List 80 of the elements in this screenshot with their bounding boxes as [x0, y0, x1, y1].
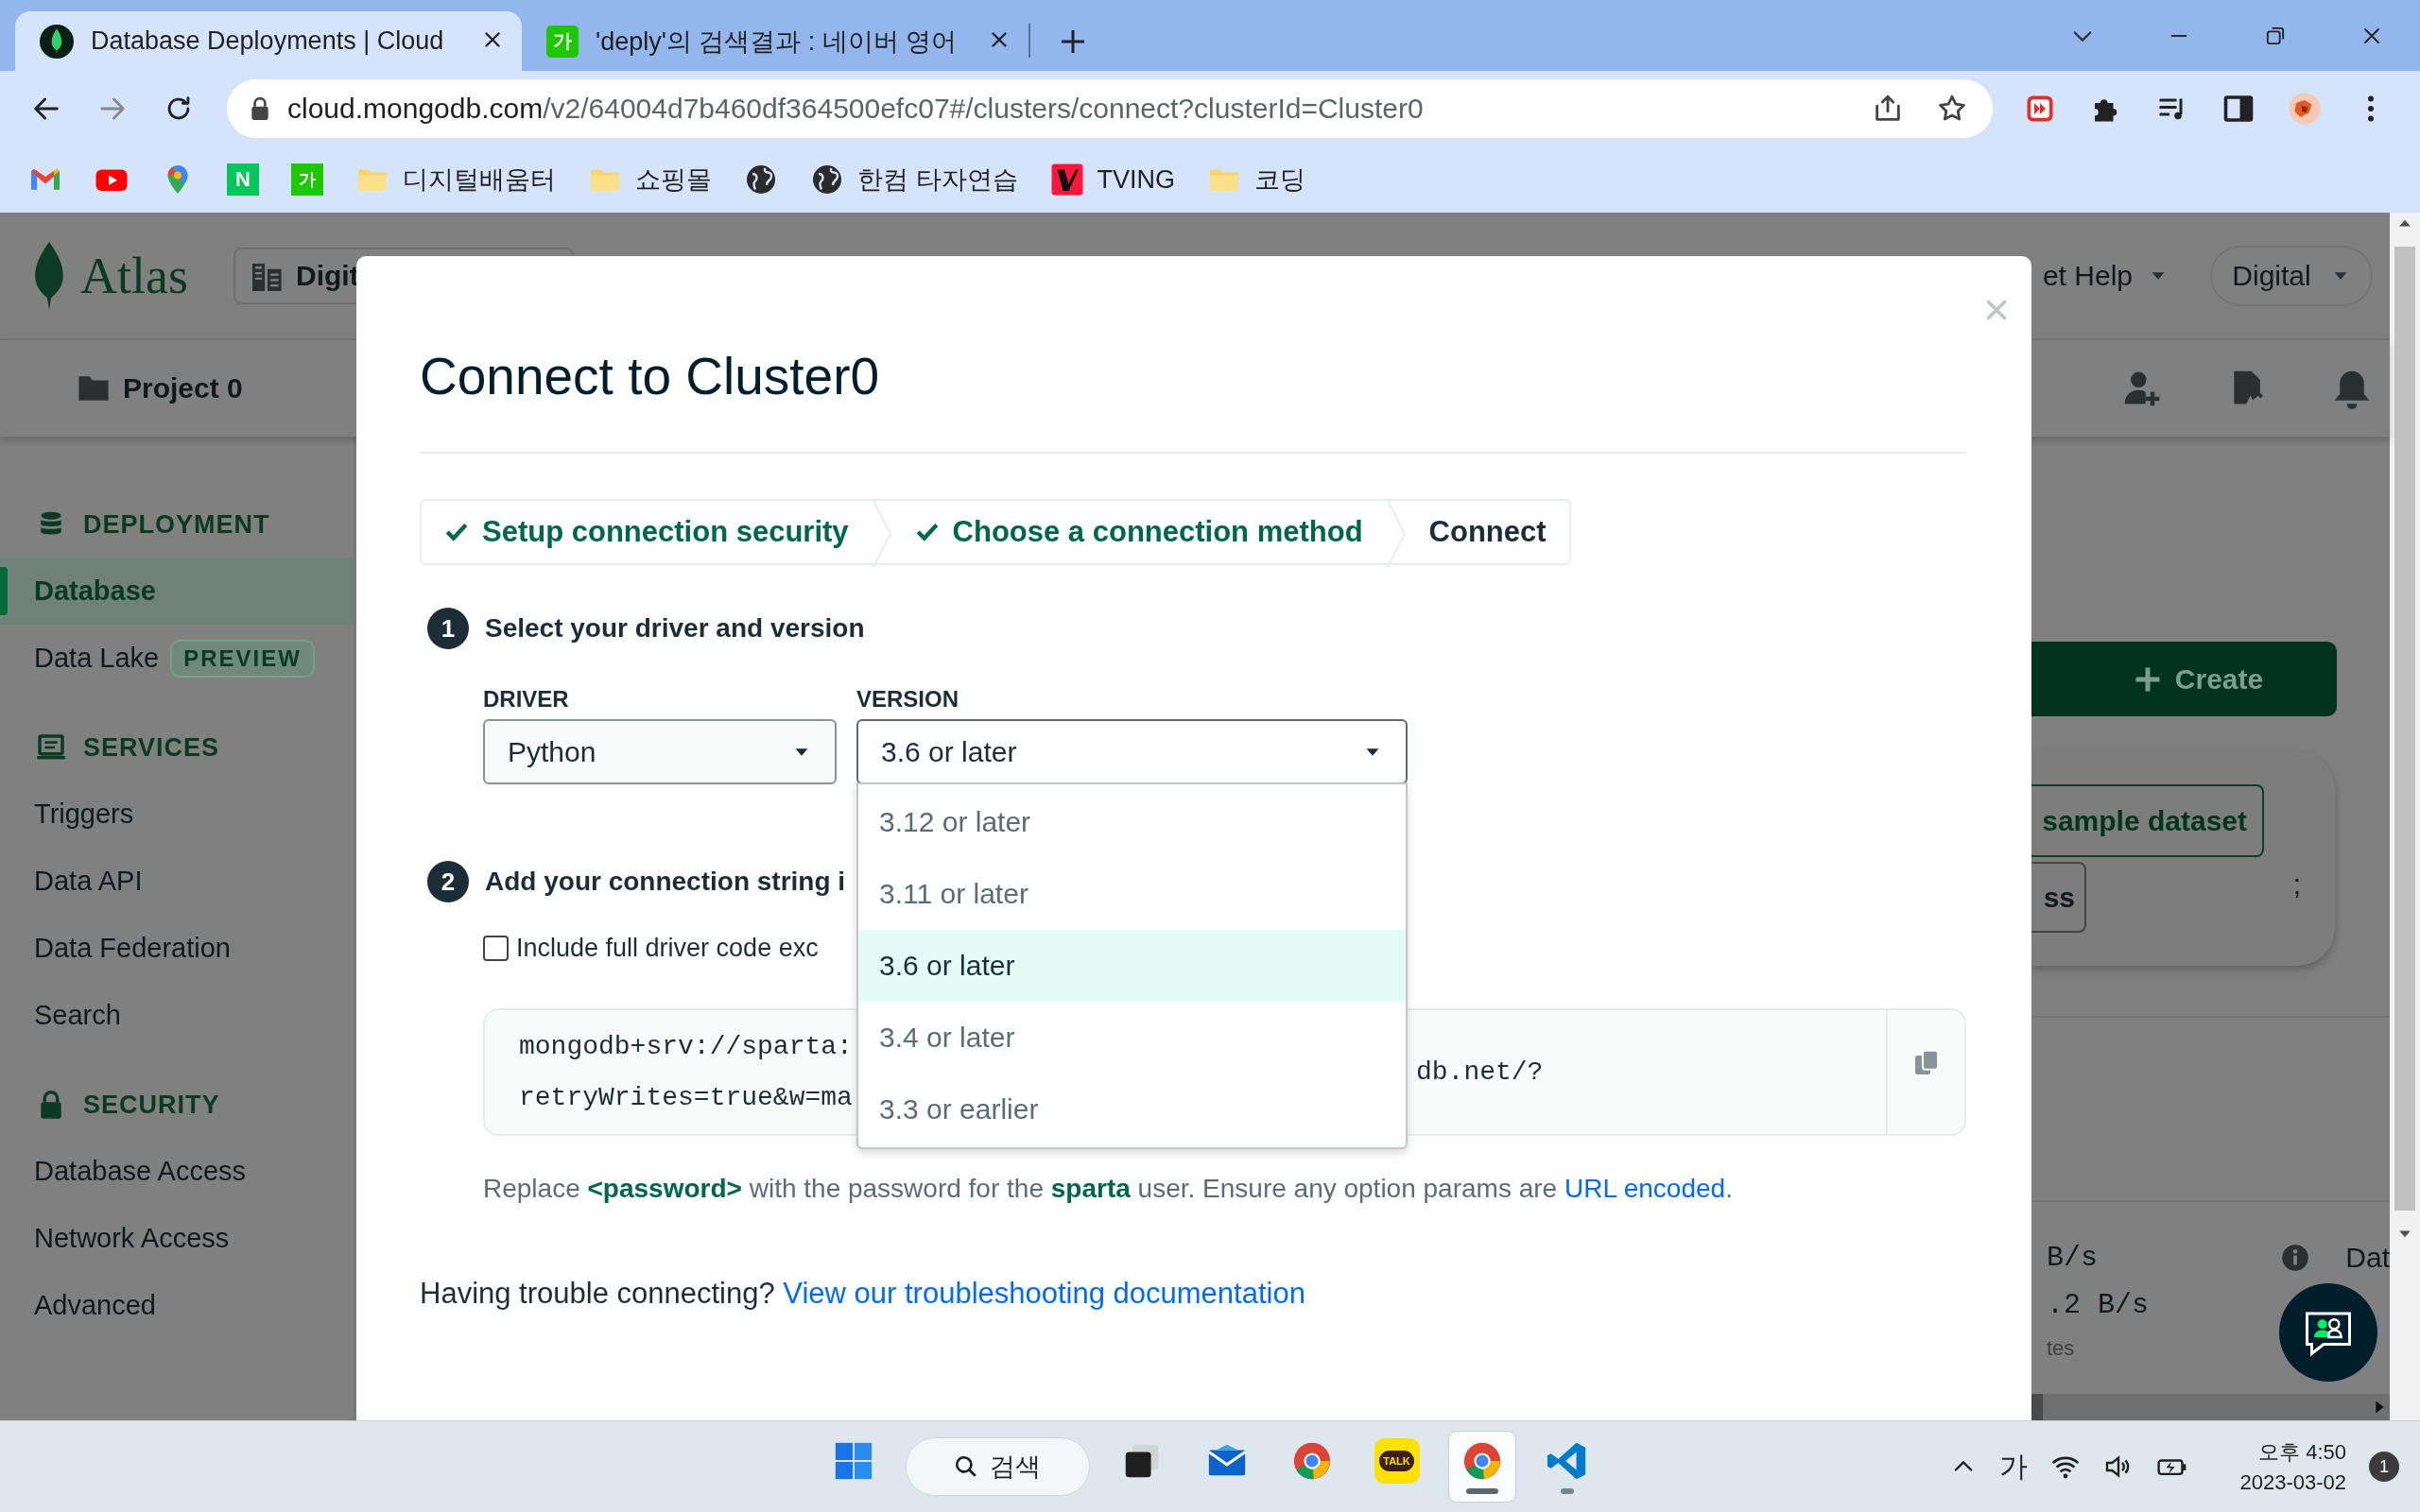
sidebar-item[interactable]: Data Lake PREVIEW	[0, 625, 354, 692]
sidebar-item[interactable]: Triggers	[0, 781, 354, 848]
dropdown-option[interactable]: 3.11 or later	[858, 858, 1406, 930]
bookmark[interactable]: TVING	[1049, 163, 1176, 197]
notification-badge[interactable]: 1	[2369, 1452, 2399, 1482]
checkbox[interactable]	[483, 936, 509, 961]
sidebar-item[interactable]: Network Access	[0, 1205, 354, 1272]
globe-icon	[810, 163, 844, 197]
input-method-indicator[interactable]: 가	[1999, 1447, 2029, 1486]
step: Choose a connection method	[891, 501, 1386, 563]
metric-text: tes	[2047, 1336, 2076, 1361]
select-field[interactable]: Python	[483, 719, 837, 784]
step-heading: Select your driver and version	[485, 613, 865, 644]
instruction-text: Replace <password> with the password for the sparta user. Ensure any option params are URL encoded.	[483, 1173, 1734, 1205]
browser-tab[interactable]: Database Deployments | Cloud	[15, 11, 522, 71]
step: Connect	[1406, 501, 1569, 563]
section-heading: SERVICES	[83, 732, 220, 763]
code-line: retryWrites=true&w=ma	[519, 1082, 853, 1113]
project-selector[interactable]: Project 0	[78, 372, 243, 404]
bookmark[interactable]: 쇼핑몰	[588, 163, 712, 197]
globe-icon[interactable]	[744, 163, 778, 197]
bookmark[interactable]: 코딩	[1207, 163, 1306, 197]
clock-date: 2023-03-02	[2239, 1470, 2346, 1495]
sidebar-item[interactable]: Advanced	[0, 1272, 354, 1339]
leaf-logo-icon	[33, 241, 65, 310]
sidebar-item[interactable]: Data API	[0, 848, 354, 915]
horizontal-scrollbar[interactable]	[2031, 1394, 2390, 1420]
metric-text: .2 B/s	[2047, 1289, 2150, 1321]
code-line: db.net/?	[1416, 1057, 1544, 1088]
sidebar-item[interactable]: Database	[0, 558, 354, 625]
info-icon	[2281, 1244, 2310, 1272]
bookmark[interactable]: 한컴 타자연습	[810, 163, 1018, 197]
card-text: ;	[2292, 868, 2301, 901]
code-line: mongodb+srv://sparta:	[519, 1031, 853, 1062]
sidebar-item[interactable]: Data Federation	[0, 915, 354, 982]
vertical-scrollbar[interactable]	[2390, 213, 2420, 1420]
step: Setup connection security	[422, 501, 872, 563]
step-number: 2	[427, 861, 469, 902]
checkbox-label: Include full driver code exc	[516, 934, 819, 963]
app-logo-text[interactable]: Atlas	[80, 246, 188, 305]
step-heading: Add your connection string i	[485, 867, 846, 897]
lock-icon	[250, 96, 270, 121]
bookmark[interactable]: 디지털배움터	[355, 163, 556, 197]
create-button[interactable]: Create	[2031, 642, 2337, 716]
leaf-icon	[40, 24, 74, 59]
sidebar-item[interactable]: Search	[0, 982, 354, 1049]
column-heading: Dat	[2345, 1242, 2390, 1275]
help-text: Having trouble connecting? View our troubleshooting documentation	[420, 1276, 1306, 1312]
tab-favicon: 가	[546, 25, 579, 58]
address-field[interactable]: cloud.mongodb.com/v2/64004d7b460df364500efc07#/clusters/connect?clusterId=Cluster0	[227, 79, 1993, 138]
step-number: 1	[427, 608, 469, 649]
sidebar-item[interactable]: Database Access	[0, 1138, 354, 1205]
taskbar-app[interactable]	[1448, 1432, 1515, 1502]
section-heading: SECURITY	[83, 1090, 220, 1120]
help-menu[interactable]: et Help	[2042, 259, 2169, 292]
brand-logo-icon	[1049, 163, 1084, 197]
search-icon	[954, 1454, 978, 1479]
field-label: VERSION	[856, 685, 960, 713]
field-label: DRIVER	[483, 685, 570, 713]
dropdown-option[interactable]: 3.4 or later	[858, 1002, 1406, 1074]
troubleshooting-link[interactable]: View our troubleshooting documentation	[783, 1277, 1305, 1310]
running-indicator	[1560, 1488, 1574, 1494]
folder-icon	[78, 374, 110, 403]
search-field[interactable]: 검색	[905, 1437, 1090, 1496]
organization-menu[interactable]: Digital	[2210, 245, 2373, 306]
dropdown-option[interactable]: 3.3 or earlier	[858, 1074, 1406, 1145]
taskbar-app[interactable]: TALK	[1363, 1432, 1430, 1502]
browser-tab[interactable]: 가 'deply'의 검색결과 : 네이버 영어	[522, 11, 1028, 71]
scroll-thumb[interactable]	[2031, 1394, 2043, 1420]
dropdown-option[interactable]: 3.6 or later	[858, 930, 1406, 1002]
avatar-icon[interactable]	[2288, 92, 2322, 126]
running-indicator	[1465, 1488, 1498, 1494]
select-field[interactable]: 3.6 or later	[856, 719, 1408, 784]
clock-time: 오후 4:50	[2258, 1439, 2346, 1466]
metric-text: B/s	[2047, 1242, 2099, 1274]
dropdown-option[interactable]: 3.12 or later	[858, 786, 1406, 858]
url-encoded-link[interactable]: URL encoded	[1564, 1174, 1726, 1203]
section-heading: DEPLOYMENT	[83, 509, 270, 540]
dialog-title: Connect to Cluster0	[420, 346, 881, 407]
preview-badge: PREVIEW	[170, 639, 315, 678]
